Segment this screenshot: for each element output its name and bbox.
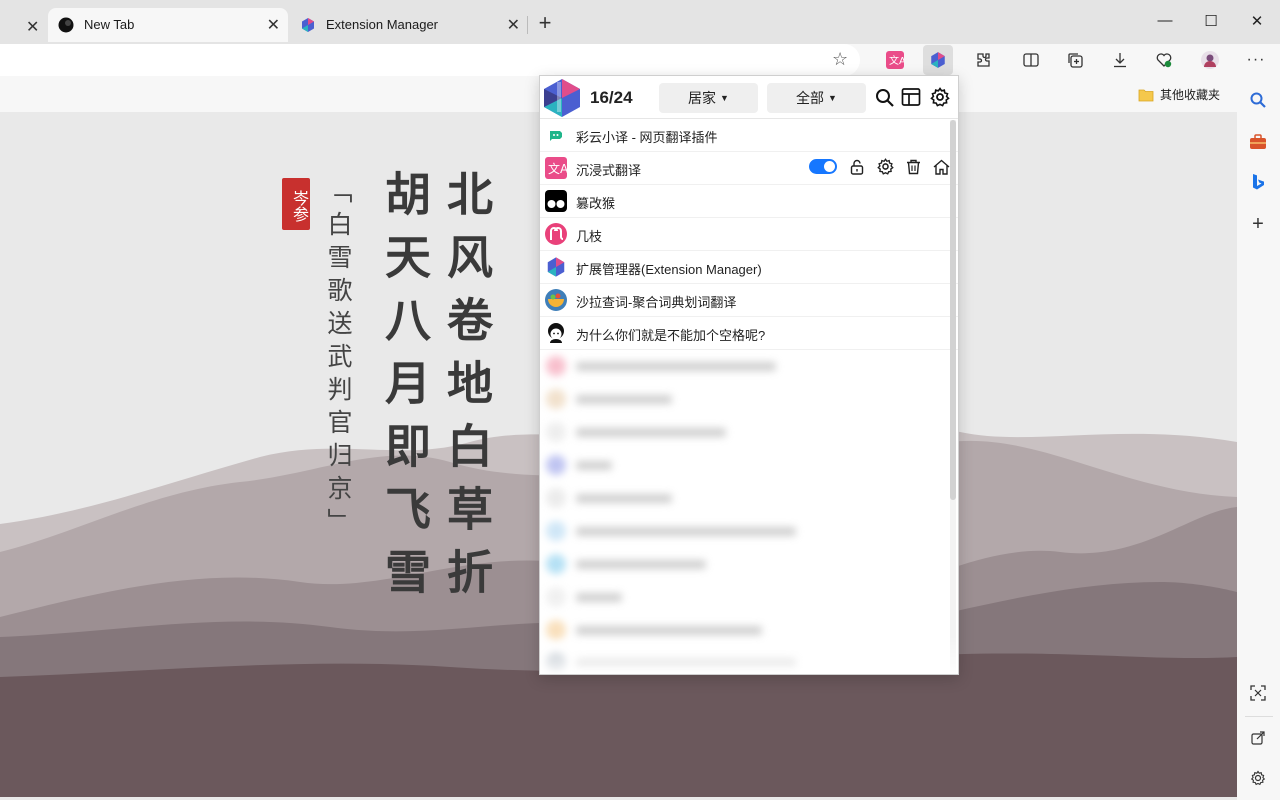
- extensions-puzzle-icon[interactable]: [968, 45, 998, 75]
- tab-strip: ✕ New Tab ✕ Extension Manager ✕ + — ☐ ✕: [0, 0, 1280, 44]
- list-item[interactable]: 彩云小译 - 网页翻译插件: [540, 119, 958, 152]
- extension-manager-logo-icon: [544, 79, 580, 117]
- extension-name: 沙拉查词-聚合词典划词翻译: [576, 295, 737, 310]
- favorite-star-icon[interactable]: ☆: [832, 49, 848, 70]
- row-actions: [809, 158, 950, 175]
- close-icon[interactable]: ✕: [26, 17, 39, 37]
- popup-bottom-fade: [540, 636, 958, 674]
- layout-view-icon[interactable]: [900, 86, 922, 108]
- minimize-button[interactable]: —: [1154, 12, 1176, 32]
- browser-essentials-icon[interactable]: [1149, 45, 1179, 75]
- settings-gear-icon[interactable]: [929, 86, 951, 108]
- folder-icon: [1138, 89, 1154, 101]
- poem-line-2: 胡天八月即飞雪: [378, 170, 432, 611]
- extension-name: 彩云小译 - 网页翻译插件: [576, 130, 718, 145]
- tab-label: New Tab: [84, 17, 135, 32]
- extension-manager-icon: [302, 18, 314, 32]
- enable-toggle[interactable]: [809, 159, 837, 174]
- extension-manager-popup: 16/24 居家 ▼ 全部 ▼ 彩云小译 - 网页翻译插件 文A 沉浸式翻译 篡…: [539, 75, 959, 675]
- list-item: [540, 515, 958, 548]
- screenshot-icon[interactable]: [1248, 683, 1268, 703]
- list-item[interactable]: 文A 沉浸式翻译: [540, 152, 958, 185]
- list-item: [540, 548, 958, 581]
- home-icon[interactable]: [933, 159, 950, 175]
- tab-label: Extension Manager: [326, 17, 439, 32]
- split-screen-icon[interactable]: [1016, 45, 1046, 75]
- enabled-count: 16/24: [590, 88, 633, 107]
- type-filter-dropdown[interactable]: 全部 ▼: [767, 83, 866, 113]
- list-item: [540, 383, 958, 416]
- options-gear-icon[interactable]: [877, 158, 894, 175]
- previous-tab-stub[interactable]: ✕: [0, 8, 46, 42]
- collections-icon[interactable]: [1060, 45, 1090, 75]
- close-tab-icon[interactable]: ✕: [267, 15, 280, 35]
- search-icon[interactable]: [1248, 90, 1268, 110]
- group-filter-dropdown[interactable]: 居家 ▼: [659, 83, 758, 113]
- tab-divider: [527, 16, 528, 34]
- list-item: [540, 581, 958, 614]
- new-tab-button[interactable]: +: [534, 12, 556, 34]
- list-item[interactable]: 几枝: [540, 218, 958, 251]
- immersive-translate-icon[interactable]: 文A: [880, 45, 910, 75]
- extension-name: 扩展管理器(Extension Manager): [576, 262, 762, 277]
- list-item: [540, 350, 958, 383]
- trash-icon[interactable]: [906, 159, 921, 175]
- downloads-icon[interactable]: [1105, 45, 1135, 75]
- list-item[interactable]: 篡改猴: [540, 185, 958, 218]
- add-sidebar-app-icon[interactable]: +: [1248, 213, 1268, 235]
- list-item[interactable]: 为什么你们就是不能加个空格呢?: [540, 317, 958, 350]
- unlock-icon[interactable]: [849, 159, 865, 175]
- type-filter-label: 全部: [796, 90, 825, 106]
- extension-name: 篡改猴: [576, 196, 616, 211]
- window-close-button[interactable]: ✕: [1246, 12, 1268, 32]
- extension-name: 几枝: [576, 229, 603, 244]
- bing-copilot-icon[interactable]: [1248, 172, 1268, 192]
- list-item: [540, 416, 958, 449]
- group-filter-label: 居家: [688, 90, 717, 106]
- folder-label: 其他收藏夹: [1160, 88, 1221, 102]
- list-item: [540, 449, 958, 482]
- list-item[interactable]: 扩展管理器(Extension Manager): [540, 251, 958, 284]
- open-external-icon[interactable]: [1248, 728, 1268, 748]
- scrollbar-thumb[interactable]: [950, 120, 956, 500]
- tab-extension-manager[interactable]: Extension Manager ✕: [290, 8, 528, 42]
- search-icon[interactable]: [873, 86, 895, 108]
- svg-text:文A: 文A: [889, 54, 904, 67]
- blurred-extension-list: [540, 350, 958, 674]
- more-icon[interactable]: ···: [1241, 45, 1271, 75]
- list-item: [540, 482, 958, 515]
- new-tab-favicon-icon: [58, 17, 74, 33]
- author-seal: 岑参: [282, 178, 310, 230]
- tab-new-tab[interactable]: New Tab ✕: [48, 8, 288, 42]
- toolbar: ☆ 文A ···: [0, 44, 1280, 76]
- popup-scrollbar[interactable]: [950, 120, 956, 674]
- extension-name: 沉浸式翻译: [576, 163, 642, 178]
- other-favorites-folder[interactable]: 其他收藏夹: [1138, 86, 1220, 103]
- tampermonkey-icon: [545, 190, 567, 212]
- saladict-icon: [545, 289, 567, 311]
- poem-line-1: 北风卷地白草折: [440, 170, 494, 611]
- sidebar-settings-icon[interactable]: [1248, 768, 1268, 788]
- close-tab-icon[interactable]: ✕: [507, 15, 520, 35]
- svg-text:文A: 文A: [548, 161, 567, 176]
- pangu-icon: [545, 322, 567, 344]
- extension-list: 彩云小译 - 网页翻译插件 文A 沉浸式翻译 篡改猴 几枝 扩展管理器(Exte…: [540, 119, 958, 350]
- jizhi-icon: [545, 223, 567, 245]
- extension-name: 为什么你们就是不能加个空格呢?: [576, 328, 766, 343]
- caret-down-icon: ▼: [828, 93, 837, 103]
- caiyun-icon: [545, 124, 567, 146]
- extension-manager-icon[interactable]: [923, 45, 953, 75]
- maximize-button[interactable]: ☐: [1200, 12, 1222, 32]
- tools-briefcase-icon[interactable]: [1248, 132, 1268, 152]
- right-sidebar: +: [1237, 76, 1280, 800]
- list-item[interactable]: 沙拉查词-聚合词典划词翻译: [540, 284, 958, 317]
- caret-down-icon: ▼: [720, 93, 729, 103]
- poem-title: 「白雪歌送武判官归京」: [324, 178, 353, 541]
- extension-manager-icon: [545, 256, 567, 278]
- popup-header: 16/24 居家 ▼ 全部 ▼: [540, 76, 958, 119]
- address-bar[interactable]: ☆: [0, 44, 860, 76]
- immersive-translate-icon: 文A: [545, 157, 567, 179]
- sidebar-divider: [1245, 716, 1273, 717]
- profile-icon[interactable]: [1195, 45, 1225, 75]
